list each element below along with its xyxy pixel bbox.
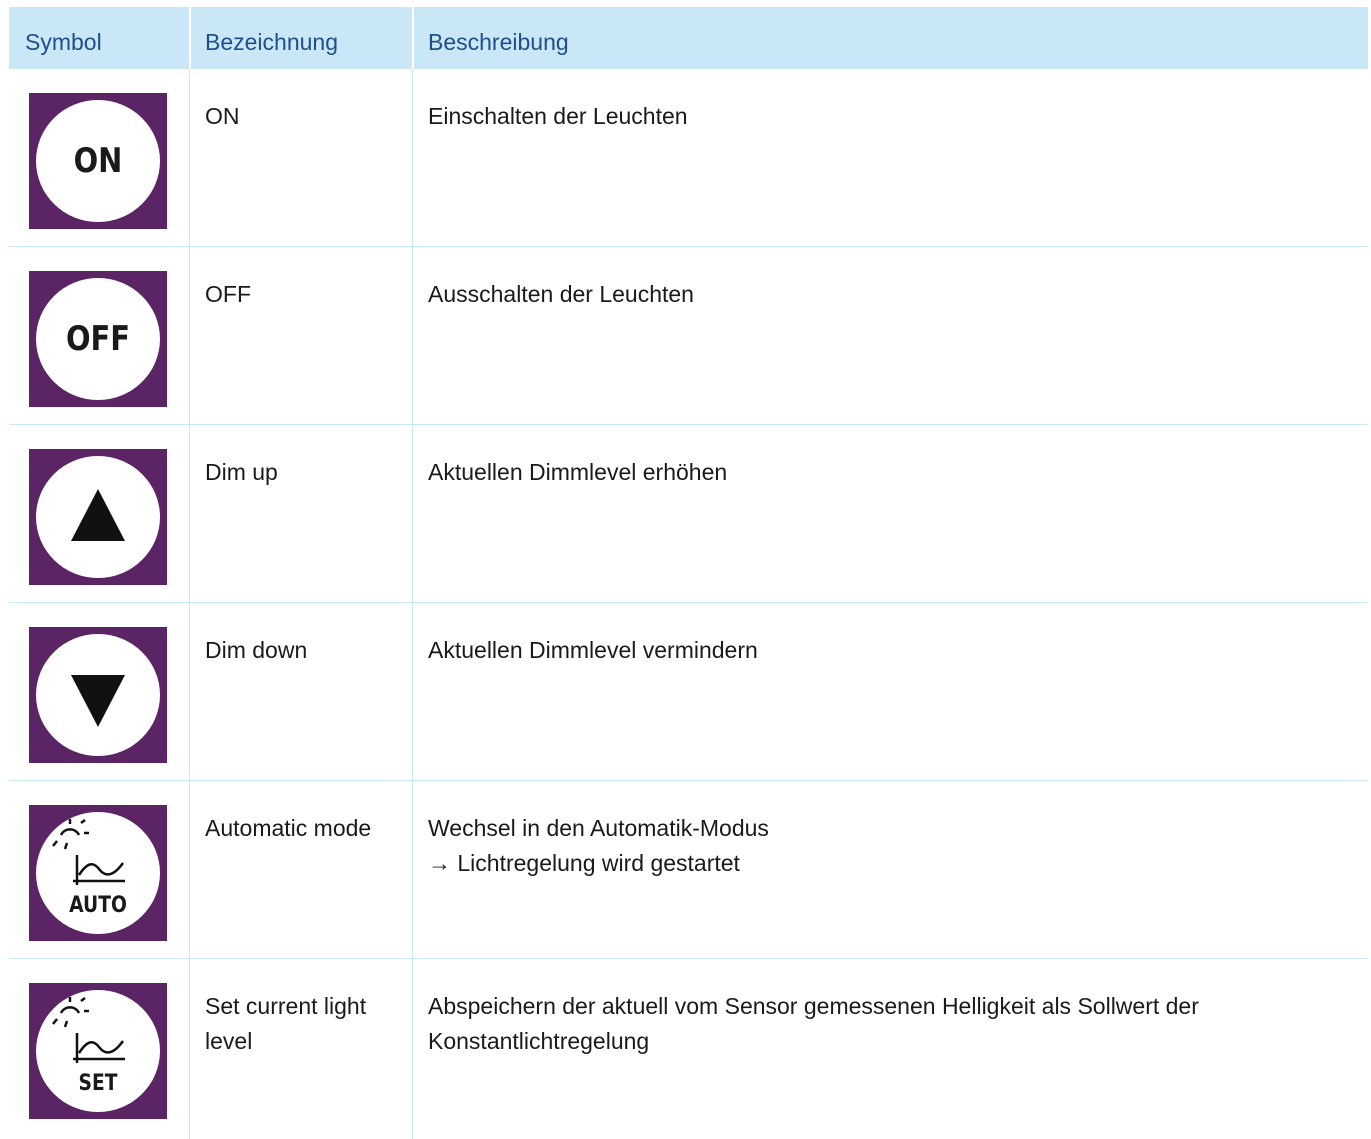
auto-mode-icon: AUTO [29,805,167,941]
table-row: ON ON Einschalten der Leuchten [9,69,1368,247]
description-line: → Lichtregelung wird gestartet [428,850,740,876]
column-divider [412,781,413,958]
column-divider [412,425,413,602]
dim-down-icon [29,627,167,763]
dim-up-icon [29,449,167,585]
set-light-level-icon: SET [29,983,167,1119]
row-description: Wechsel in den Automatik-Modus → Lichtre… [428,811,1358,881]
table-row: SET Set current light level Abspeichern … [9,959,1368,1139]
column-divider [412,959,413,1139]
column-divider [189,603,190,780]
off-button-icon: OFF [29,271,167,407]
row-name: ON [205,103,240,129]
row-name: Automatic mode [205,815,372,841]
description-line: Einschalten der Leuchten [428,103,688,129]
description-line: Abspeichern der aktuell vom Sensor gemes… [428,993,1199,1054]
row-name: Set current light level [205,993,367,1054]
header-divider [189,7,191,69]
icon-label: SET [78,1071,118,1096]
sun-curve-icon [52,819,125,885]
sun-curve-icon [52,997,125,1063]
header-description: Beschreibung [428,29,569,55]
column-divider [189,247,190,424]
table-header: Symbol Bezeichnung Beschreibung [9,7,1368,69]
icon-label: ON [73,141,123,181]
row-description: Aktuellen Dimmlevel vermindern [428,633,1358,668]
column-divider [412,247,413,424]
table-row: Dim down Aktuellen Dimmlevel vermindern [9,603,1368,781]
column-divider [189,425,190,602]
table-row: Dim up Aktuellen Dimmlevel erhöhen [9,425,1368,603]
triangle-up-icon [71,489,125,541]
column-divider [189,781,190,958]
description-line: Ausschalten der Leuchten [428,281,694,307]
row-description: Ausschalten der Leuchten [428,277,1358,312]
description-line: Aktuellen Dimmlevel vermindern [428,637,758,663]
header-divider [412,7,414,69]
triangle-down-icon [71,675,125,727]
row-description: Abspeichern der aktuell vom Sensor gemes… [428,989,1358,1059]
row-name: OFF [205,281,251,307]
description-line: Wechsel in den Automatik-Modus [428,815,769,841]
symbol-table: Symbol Bezeichnung Beschreibung ON ON Ei… [9,7,1368,1139]
row-description: Einschalten der Leuchten [428,99,1358,134]
header-name: Bezeichnung [205,29,338,55]
row-name: Dim down [205,637,308,663]
icon-label: OFF [65,319,131,359]
column-divider [412,603,413,780]
header-symbol: Symbol [25,29,102,55]
row-name: Dim up [205,459,278,485]
description-line: Aktuellen Dimmlevel erhöhen [428,459,728,485]
column-divider [189,69,190,246]
icon-label: AUTO [69,893,127,918]
table-row: AUTO Automatic mode Wechsel in den Autom… [9,781,1368,959]
table-row: OFF OFF Ausschalten der Leuchten [9,247,1368,425]
row-description: Aktuellen Dimmlevel erhöhen [428,455,1358,490]
column-divider [412,69,413,246]
on-button-icon: ON [29,93,167,229]
column-divider [189,959,190,1139]
